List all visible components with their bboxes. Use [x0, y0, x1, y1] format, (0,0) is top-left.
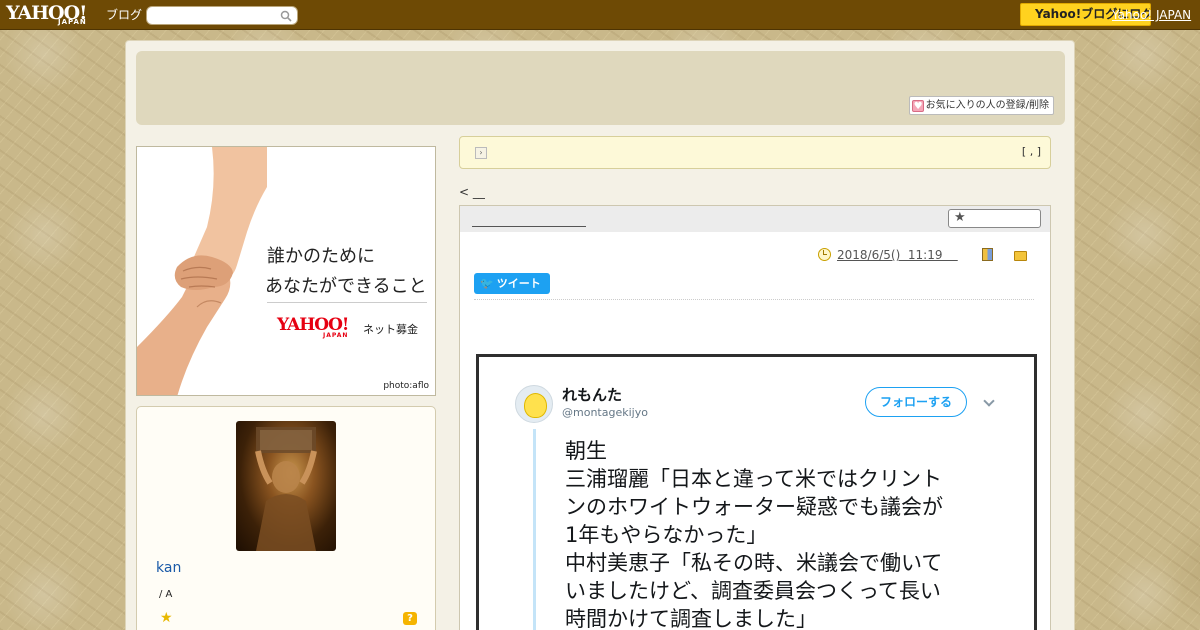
tweet-line: 三浦瑠麗「日本と違って米ではクリント [565, 467, 942, 491]
search-box [146, 6, 298, 25]
heart-icon [911, 98, 924, 115]
article-header: ★ [460, 206, 1050, 232]
tweet-line: 中村美恵子「私その時、米議会で働いて [565, 551, 943, 575]
search-input[interactable] [147, 7, 277, 24]
banner-logo-sub: JAPAN [323, 332, 349, 339]
tweet-body: 朝生 三浦瑠麗「日本と違って米ではクリント ンのホワイトウォーター疑惑でも議会が… [565, 437, 1005, 630]
donation-banner[interactable]: 誰かのために あなたができること YAHOO! JAPAN ネット募金 phot… [136, 146, 436, 396]
chevron-down-icon [983, 395, 995, 407]
favorite-register-button[interactable]: お気に入りの人の登録/削除 [908, 96, 1054, 115]
yahoo-japan-link[interactable]: Yahoo! JAPAN [1112, 8, 1191, 22]
logo-sub-text: JAPAN [58, 18, 87, 26]
arrow-right-icon[interactable]: › [475, 147, 487, 159]
profile-panel: kan / A ★ ? [136, 406, 436, 630]
help-icon[interactable]: ? [403, 612, 417, 625]
article-favorite-button[interactable]: ★ [948, 209, 1041, 228]
profile-image[interactable] [236, 421, 336, 551]
tweet-button-label: ツイート [496, 277, 541, 290]
dotted-divider [474, 299, 1034, 300]
notice-bar: › [ , ] [459, 136, 1051, 169]
hands-illustration [137, 147, 267, 395]
tweet-line: いましたけど、調査委員会つくって長い [565, 579, 941, 603]
banner-headline-1: 誰かのために [267, 246, 375, 267]
banner-headline-2: あなたができること [265, 276, 427, 297]
star-icon[interactable]: ★ [160, 611, 173, 625]
tweet-line: 時間かけて調査しました」 [565, 607, 817, 630]
top-bar: YAHOO! JAPAN ブログ Yahoo!ブログにログイン Yahoo! J… [0, 0, 1200, 30]
twitter-bird-icon: 🐦 [480, 277, 494, 290]
article-date[interactable]: 2018/6/5() 11:19 [837, 248, 958, 262]
article: ★ 2018/6/5() 11:19 🐦 ツイート れもんた @montageki… [459, 205, 1051, 630]
tweet-author-handle: @montagekijyo [562, 406, 648, 419]
tweet-line: 朝生 [565, 439, 607, 463]
tweet-thread-line [533, 429, 536, 630]
book-icon[interactable] [982, 248, 993, 261]
banner-photo-credit: photo:aflo [383, 381, 429, 391]
favorite-button-label: お気に入りの人の登録/削除 [925, 100, 1049, 111]
notice-bracket: [ , ] [1021, 145, 1041, 158]
article-title-underline[interactable] [472, 226, 586, 227]
embedded-tweet-image: れもんた @montagekijyo フォローする 朝生 三浦瑠麗「日本と違って… [476, 354, 1037, 630]
banner-divider [267, 302, 427, 303]
profile-name[interactable]: kan [156, 560, 181, 576]
prev-article-link[interactable]: < __ [459, 185, 485, 199]
tweet-line: 1年もやらなかった」 [565, 523, 768, 547]
tweet-button[interactable]: 🐦 ツイート [474, 273, 550, 294]
blog-header: お気に入りの人の登録/削除 [136, 51, 1065, 125]
banner-bokin-label: ネット募金 [363, 323, 418, 336]
blog-label: ブログ [106, 8, 143, 22]
tweet-line: ンのホワイトウォーター疑惑でも議会が [565, 495, 943, 519]
clock-icon [818, 248, 831, 261]
profile-figure [255, 427, 317, 551]
tweet-avatar [515, 385, 553, 423]
blog-container: お気に入りの人の登録/削除 誰かのために あなたができること YAHOO! JA… [125, 40, 1075, 630]
tweet-author-name: れもんた [562, 386, 623, 404]
search-icon[interactable] [280, 10, 292, 22]
star-icon: ★ [954, 210, 966, 225]
profile-subtext: / A [159, 589, 173, 600]
folder-icon[interactable] [1014, 251, 1027, 261]
follow-button: フォローする [865, 387, 967, 417]
